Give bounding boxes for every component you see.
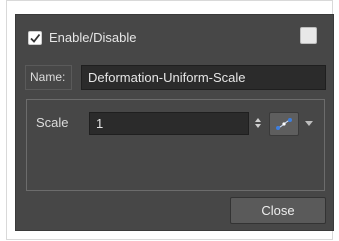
- enable-disable-row[interactable]: Enable/Disable: [28, 28, 136, 48]
- layer-color-swatch[interactable]: [300, 27, 317, 44]
- name-label: Name:: [25, 65, 72, 90]
- function-curve-button[interactable]: [269, 112, 299, 136]
- scale-spinner-icon[interactable]: [254, 115, 262, 131]
- scale-field[interactable]: 1: [89, 112, 249, 135]
- spinner-up-icon[interactable]: [255, 118, 261, 122]
- scale-label: Scale: [36, 115, 69, 130]
- close-button[interactable]: Close: [230, 197, 326, 224]
- chevron-down-icon[interactable]: [305, 121, 313, 126]
- enable-checkbox[interactable]: [28, 31, 42, 45]
- name-field[interactable]: Deformation-Uniform-Scale: [81, 65, 326, 90]
- spinner-down-icon[interactable]: [255, 124, 261, 128]
- checkmark-icon: [30, 33, 41, 43]
- layer-properties-dialog: Enable/Disable Name: Deformation-Uniform…: [15, 14, 334, 231]
- enable-disable-label: Enable/Disable: [49, 30, 137, 45]
- bezier-curve-icon: [276, 118, 292, 130]
- parameters-group: Scale 1: [26, 99, 325, 191]
